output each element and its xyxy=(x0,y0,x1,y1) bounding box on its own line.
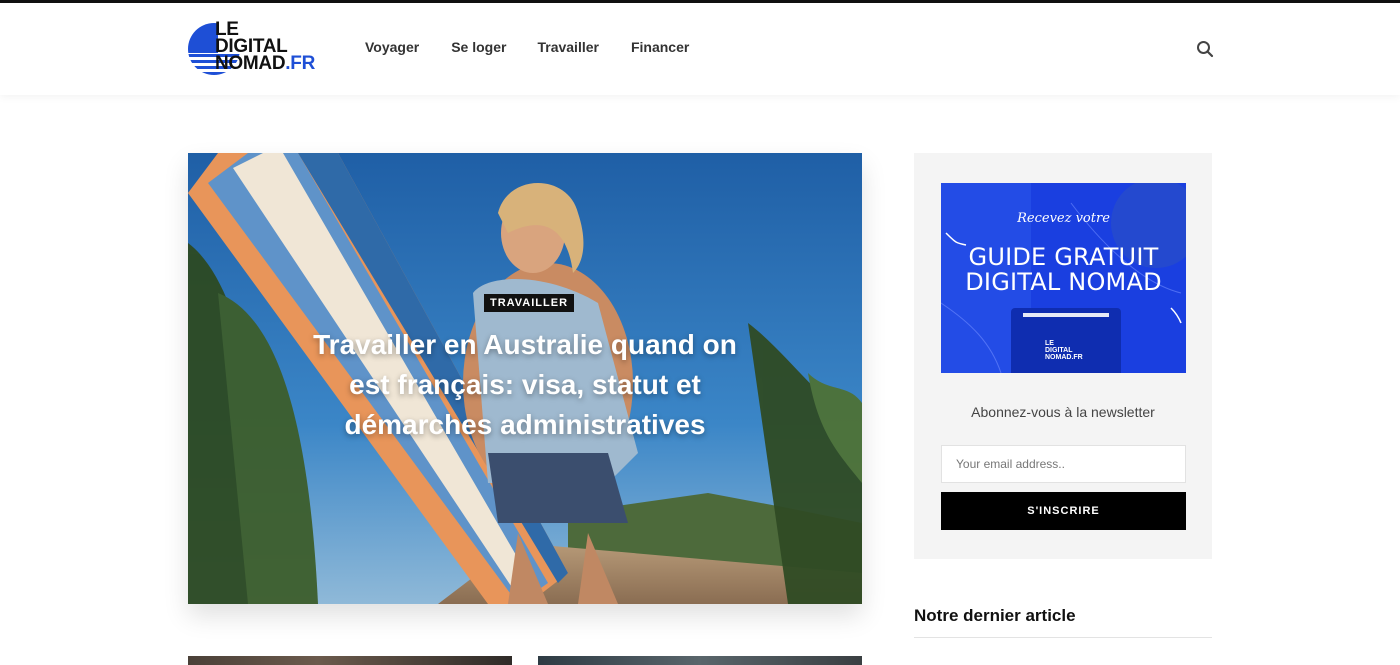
promo-title: GUIDE GRATUIT DIGITAL NOMAD xyxy=(941,245,1186,295)
newsletter-label: Abonnez-vous à la newsletter xyxy=(971,404,1155,420)
promo-title-line-1: GUIDE GRATUIT xyxy=(968,243,1159,271)
promo-logo-line-3: NOMAD.FR xyxy=(1045,354,1083,361)
main-nav: Voyager Se loger Travailler Financer xyxy=(365,39,721,55)
article-thumbnail[interactable] xyxy=(188,656,512,665)
email-field[interactable] xyxy=(941,445,1186,483)
site-header: LE DIGITAL NOMAD.FR Voyager Se loger Tra… xyxy=(0,3,1400,95)
promo-kicker: Recevez votre xyxy=(1017,211,1110,226)
promo-title-line-2: DIGITAL NOMAD xyxy=(965,268,1162,296)
latest-article-heading: Notre dernier article xyxy=(914,606,1076,625)
logo-wordmark: LE DIGITAL NOMAD.FR xyxy=(215,20,315,74)
nav-item-financer[interactable]: Financer xyxy=(631,39,689,55)
free-guide-banner[interactable]: Recevez votre GUIDE GRATUIT DIGITAL NOMA… xyxy=(941,183,1186,373)
subscribe-button[interactable]: S'INSCRIRE xyxy=(941,492,1186,530)
nav-item-travailler[interactable]: Travailler xyxy=(537,39,599,55)
promo-logo: LE DIGITAL NOMAD.FR xyxy=(1045,340,1083,361)
logo-line-3: NOMAD.FR xyxy=(215,53,315,74)
nav-item-voyager[interactable]: Voyager xyxy=(365,39,419,55)
promo-logo-line-1: LE xyxy=(1045,340,1054,347)
site-logo[interactable]: LE DIGITAL NOMAD.FR xyxy=(188,20,328,77)
hero-category-badge[interactable]: TRAVAILLER xyxy=(484,294,575,312)
divider xyxy=(914,637,1212,638)
search-icon[interactable] xyxy=(1196,40,1214,58)
article-thumbnail[interactable] xyxy=(538,656,862,665)
nav-item-se-loger[interactable]: Se loger xyxy=(451,39,506,55)
promo-logo-line-2: DIGITAL xyxy=(1045,347,1073,354)
hero-title[interactable]: Travailler en Australie quand on est fra… xyxy=(188,325,862,445)
logo-tld: .FR xyxy=(285,53,315,74)
